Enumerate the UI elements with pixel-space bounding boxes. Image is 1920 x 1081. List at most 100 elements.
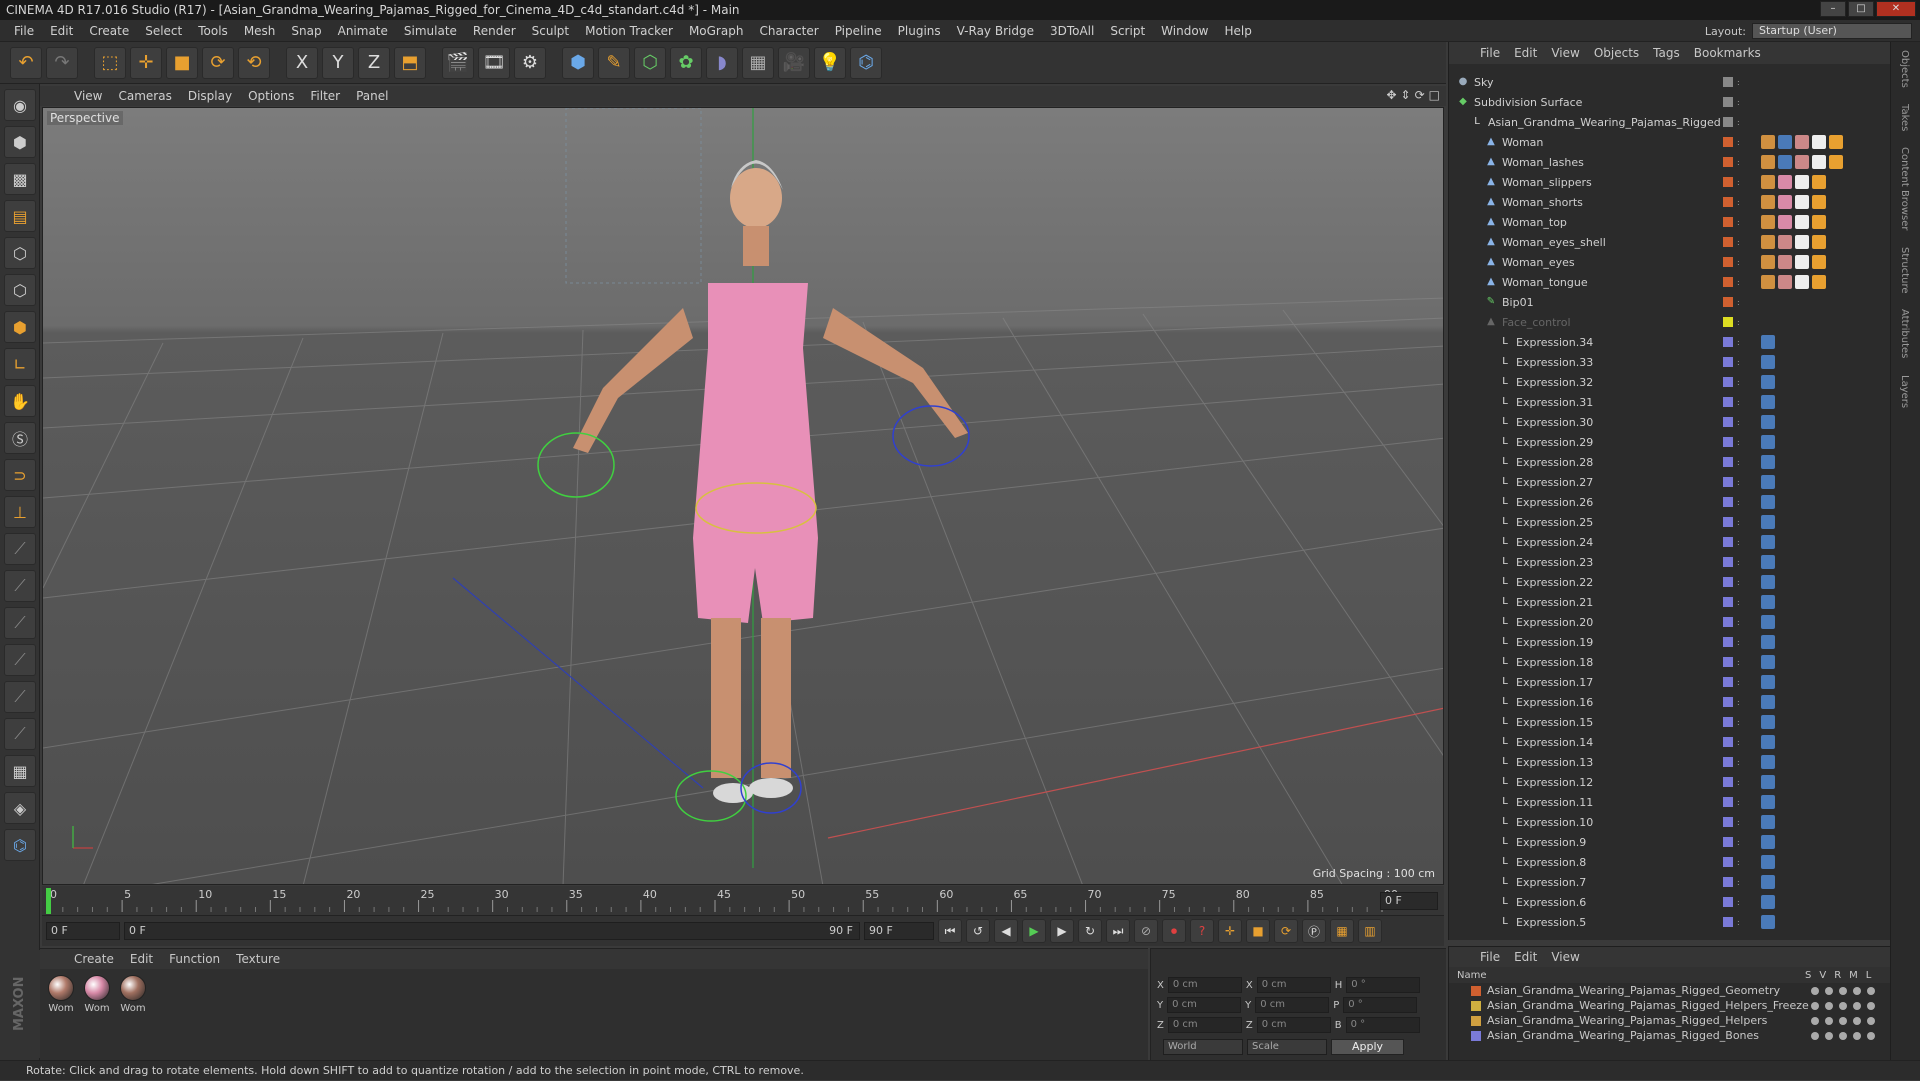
menu-mesh[interactable]: Mesh bbox=[236, 20, 284, 42]
object-row[interactable]: ▲ Woman_top: bbox=[1449, 212, 1891, 232]
visibility-dots-icon[interactable]: : bbox=[1737, 78, 1740, 87]
tag-icon[interactable] bbox=[1761, 775, 1775, 789]
layer-color-swatch[interactable] bbox=[1723, 597, 1733, 607]
tag-icon[interactable] bbox=[1761, 335, 1775, 349]
visibility-dots-icon[interactable]: : bbox=[1737, 658, 1740, 667]
tag-icon[interactable] bbox=[1761, 195, 1775, 209]
record-keys-icon[interactable]: ⊘ bbox=[1134, 919, 1158, 943]
object-row[interactable]: ✎ Bip01: bbox=[1449, 292, 1891, 312]
object-row[interactable]: L Expression.19: bbox=[1449, 632, 1891, 652]
visibility-dots-icon[interactable]: : bbox=[1737, 878, 1740, 887]
viewport-menu-cameras[interactable]: Cameras bbox=[110, 89, 179, 103]
layer-color-swatch[interactable] bbox=[1723, 577, 1733, 587]
live-selection-icon[interactable]: ⬚ bbox=[94, 46, 126, 79]
menu-select[interactable]: Select bbox=[137, 20, 190, 42]
layout-dropdown[interactable]: Startup (User) bbox=[1752, 23, 1912, 39]
rotation-field[interactable]: 0 ° bbox=[1343, 997, 1418, 1013]
bind-tool-icon[interactable]: ⟋ bbox=[4, 607, 36, 639]
menu-create[interactable]: Create bbox=[81, 20, 137, 42]
rotation-field[interactable]: 0 ° bbox=[1345, 1017, 1420, 1033]
tag-icon[interactable] bbox=[1761, 695, 1775, 709]
layer-color-swatch[interactable] bbox=[1723, 857, 1733, 867]
position-field[interactable]: 0 cm bbox=[1167, 1017, 1242, 1033]
layer-toggle-icon[interactable] bbox=[1853, 1016, 1861, 1025]
tag-icon[interactable] bbox=[1761, 475, 1775, 489]
object-row[interactable]: L Expression.23: bbox=[1449, 552, 1891, 572]
tag-icon[interactable] bbox=[1761, 435, 1775, 449]
layer-toggle-icon[interactable] bbox=[1811, 986, 1819, 995]
visibility-dots-icon[interactable]: : bbox=[1737, 158, 1740, 167]
playhead[interactable] bbox=[46, 888, 51, 914]
deformer-icon[interactable]: ◗ bbox=[706, 46, 738, 79]
layer-color-swatch[interactable] bbox=[1471, 1015, 1481, 1026]
layer-toggle-icon[interactable] bbox=[1867, 1001, 1875, 1010]
tag-icon[interactable] bbox=[1761, 795, 1775, 809]
tag-icon[interactable] bbox=[1761, 455, 1775, 469]
maximize-button[interactable]: □ bbox=[1848, 1, 1874, 17]
close-button[interactable]: ✕ bbox=[1876, 1, 1916, 17]
tag-icon[interactable] bbox=[1778, 155, 1792, 169]
menu-mograph[interactable]: MoGraph bbox=[681, 20, 752, 42]
tag-icon[interactable] bbox=[1812, 135, 1826, 149]
layer-color-swatch[interactable] bbox=[1723, 157, 1733, 167]
checker-icon[interactable]: ▦ bbox=[4, 755, 36, 787]
object-menu-tags[interactable]: Tags bbox=[1646, 46, 1687, 60]
tag-icon[interactable] bbox=[1761, 535, 1775, 549]
material-swatch[interactable]: Wom bbox=[82, 975, 112, 1014]
keyframe-selection-icon[interactable]: ? bbox=[1190, 919, 1214, 943]
material-swatch[interactable]: Wom bbox=[118, 975, 148, 1014]
menu-help[interactable]: Help bbox=[1216, 20, 1259, 42]
object-row[interactable]: L Expression.10: bbox=[1449, 812, 1891, 832]
workplane-icon[interactable]: ▤ bbox=[4, 200, 36, 232]
tweak-mode-icon[interactable]: ✋ bbox=[4, 385, 36, 417]
menu-animate[interactable]: Animate bbox=[330, 20, 396, 42]
next-frame-icon[interactable]: ▶ bbox=[1050, 919, 1074, 943]
next-key-icon[interactable]: ↻ bbox=[1078, 919, 1102, 943]
object-row[interactable]: L Expression.8: bbox=[1449, 852, 1891, 872]
tag-icon[interactable] bbox=[1812, 235, 1826, 249]
visibility-dots-icon[interactable]: : bbox=[1737, 638, 1740, 647]
object-row[interactable]: L Expression.6: bbox=[1449, 892, 1891, 912]
visibility-dots-icon[interactable]: : bbox=[1737, 198, 1740, 207]
object-row[interactable]: ● Sky: bbox=[1449, 72, 1891, 92]
rotation-field[interactable]: 0 ° bbox=[1346, 977, 1421, 993]
tag-icon[interactable] bbox=[1812, 175, 1826, 189]
tag-icon[interactable] bbox=[1795, 235, 1809, 249]
tag-icon[interactable] bbox=[1761, 835, 1775, 849]
tag-icon[interactable] bbox=[1795, 275, 1809, 289]
orbit-icon[interactable]: ⟳ bbox=[1415, 88, 1425, 102]
layer-color-swatch[interactable] bbox=[1723, 717, 1733, 727]
rotate-icon[interactable]: ⟳ bbox=[202, 46, 234, 79]
object-row[interactable]: L Expression.20: bbox=[1449, 612, 1891, 632]
visibility-dots-icon[interactable]: : bbox=[1737, 738, 1740, 747]
tag-icon[interactable] bbox=[1761, 495, 1775, 509]
joint-tool-icon[interactable]: ⟋ bbox=[4, 533, 36, 565]
visibility-dots-icon[interactable]: : bbox=[1737, 178, 1740, 187]
x-axis-toggle[interactable]: X bbox=[286, 46, 318, 79]
menu-render[interactable]: Render bbox=[465, 20, 524, 42]
layer-color-swatch[interactable] bbox=[1723, 557, 1733, 567]
layer-color-swatch[interactable] bbox=[1723, 777, 1733, 787]
layer-color-swatch[interactable] bbox=[1723, 537, 1733, 547]
side-tab-takes[interactable]: Takes bbox=[1899, 96, 1910, 139]
layer-color-swatch[interactable] bbox=[1723, 277, 1733, 287]
layer-toggle-icon[interactable] bbox=[1853, 1001, 1861, 1010]
material-menu-function[interactable]: Function bbox=[161, 952, 228, 966]
object-row[interactable]: L Expression.9: bbox=[1449, 832, 1891, 852]
visibility-dots-icon[interactable]: : bbox=[1737, 598, 1740, 607]
timeline-icon[interactable]: ▥ bbox=[1358, 919, 1382, 943]
tag-icon[interactable] bbox=[1761, 275, 1775, 289]
visibility-dots-icon[interactable]: : bbox=[1737, 578, 1740, 587]
dolly-icon[interactable]: ⇕ bbox=[1401, 88, 1411, 102]
layer-color-swatch[interactable] bbox=[1723, 757, 1733, 767]
position-field[interactable]: 0 cm bbox=[1167, 977, 1242, 993]
layer-toggle-icon[interactable] bbox=[1839, 1001, 1847, 1010]
visibility-dots-icon[interactable]: : bbox=[1737, 118, 1740, 127]
side-tab-structure[interactable]: Structure bbox=[1899, 239, 1910, 302]
menu-3dtoall[interactable]: 3DToAll bbox=[1042, 20, 1102, 42]
tag-icon[interactable] bbox=[1761, 235, 1775, 249]
object-row[interactable]: ▲ Woman_tongue: bbox=[1449, 272, 1891, 292]
tag-icon[interactable] bbox=[1761, 415, 1775, 429]
object-row[interactable]: L Expression.18: bbox=[1449, 652, 1891, 672]
lock-icon[interactable]: ◈ bbox=[4, 792, 36, 824]
